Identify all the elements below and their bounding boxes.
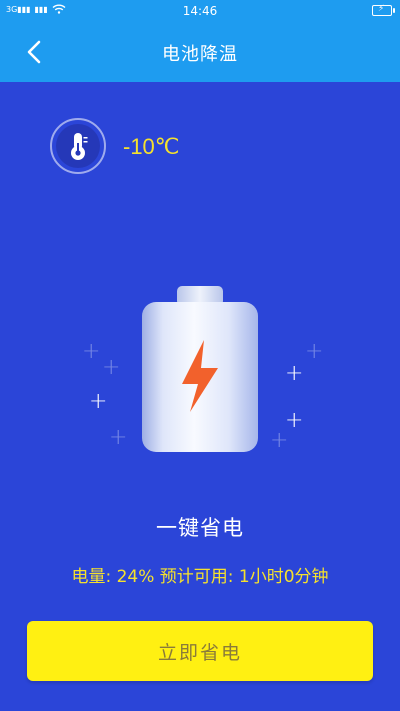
sparkle-icon: + (89, 389, 108, 414)
power-info: 电量: 24% 预计可用: 1小时0分钟 (71, 567, 329, 587)
save-power-button[interactable]: 立即省电 (27, 621, 373, 681)
status-bar: 3G▮▮▮ ▮▮▮ 14:46 ⚡ (0, 0, 400, 22)
charging-icon: ⚡ (378, 4, 385, 14)
thermometer-icon (71, 133, 88, 160)
battery-status: ⚡ (372, 4, 395, 16)
temperature-badge-inner (56, 124, 100, 168)
app-header: 电池降温 (0, 22, 400, 82)
temperature-badge (50, 118, 106, 174)
temperature-value: -10℃ (123, 134, 180, 159)
sparkle-icon: + (82, 339, 101, 364)
sparkle-icon: + (305, 339, 324, 364)
action-title: 一键省电 (156, 516, 244, 540)
page-title: 电池降温 (162, 44, 238, 65)
status-time: 14:46 (182, 4, 218, 18)
sparkle-icon: + (109, 425, 128, 450)
battery-icon: ⚡ (372, 4, 395, 16)
sparkle-icon: + (270, 428, 289, 453)
sparkle-icon: + (285, 361, 304, 386)
sparkle-icon: + (102, 355, 121, 380)
